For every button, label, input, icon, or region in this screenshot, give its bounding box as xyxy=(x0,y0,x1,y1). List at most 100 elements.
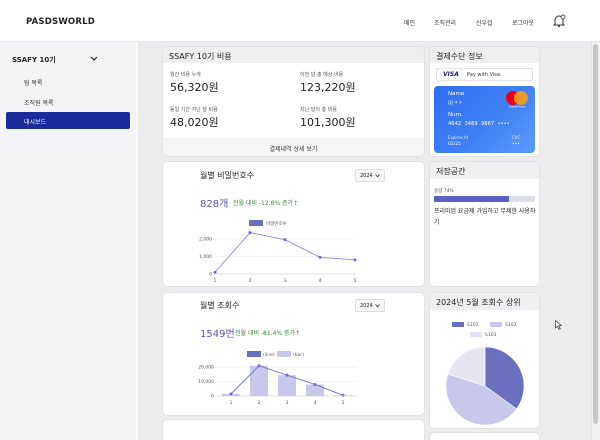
chart-title: 월별 조회수 xyxy=(200,301,240,310)
x-tick-label: 4 xyxy=(314,400,317,406)
nav-logout[interactable]: 로그아웃 xyxy=(512,18,534,27)
visa-pay-button[interactable]: VISA Pay with Visa xyxy=(436,68,533,81)
legend-swatch xyxy=(490,322,502,327)
legend-swatch xyxy=(247,351,261,357)
nav-org[interactable]: 조직관리 xyxy=(434,18,456,27)
data-point xyxy=(318,255,322,259)
x-tick-label: 2 xyxy=(258,400,261,406)
top-views-card: 2024년 5월 조회수 상위 S101 S102 S103 xyxy=(430,293,539,428)
nav-main[interactable]: 메인 xyxy=(404,18,415,27)
stat-label: 동일 기간 지난 달 비용 xyxy=(170,107,218,113)
cost-card-title: SSAFY 10기 비용 xyxy=(163,47,424,63)
card-num-label: Num. xyxy=(448,112,463,118)
data-point xyxy=(285,373,289,377)
chevron-down-icon[interactable] xyxy=(90,56,98,62)
legend-label: S103 xyxy=(485,332,497,338)
legend-label: (line) xyxy=(263,352,275,358)
bar xyxy=(306,384,324,396)
legend-label: 비밀번호수 xyxy=(266,220,287,227)
sidebar-item-members[interactable]: 조직원 목록 xyxy=(24,98,54,107)
card-exp-value: 02/25 xyxy=(448,142,461,147)
data-point xyxy=(229,392,233,396)
sidebar-group-title[interactable]: SSAFY 10기 xyxy=(12,55,56,65)
data-point xyxy=(283,238,287,242)
x-tick-label: 1 xyxy=(230,400,233,406)
legend-label: S102 xyxy=(505,322,517,328)
nav-user[interactable]: 신우섭 xyxy=(476,18,493,27)
storage-usage-label: 용량 74% xyxy=(434,189,454,194)
year-select[interactable]: 2024 xyxy=(355,299,385,312)
y-tick-label: 20,000 xyxy=(198,365,214,371)
x-tick-label: 3 xyxy=(284,278,287,282)
cost-card: SSAFY 10기 비용 월간 비용 누계 56,320원 이번 달 총 예상 … xyxy=(163,47,424,156)
storage-upgrade-text[interactable]: 프리미엄 요금제 가입하고 무제한 사용하기 xyxy=(434,206,536,228)
payment-card-title: 결제수단 정보 xyxy=(430,47,539,63)
storage-progress-fill xyxy=(434,196,509,202)
stat-label: 이번 달 총 예상 비용 xyxy=(300,72,344,78)
views-bar-chart: (line) (bar) 0 10,000 20,000 1 2 3 4 5 xyxy=(198,351,357,406)
next-side-card xyxy=(430,433,539,440)
data-point xyxy=(341,393,345,397)
legend-label: (bar) xyxy=(293,352,304,358)
y-tick-label: 2,000 xyxy=(199,236,212,242)
cursor-icon xyxy=(555,320,562,330)
card-cvc-value: ••• xyxy=(512,142,520,147)
card-number: 4642 3489 9867 •••• xyxy=(448,121,510,127)
password-line-chart: 비밀번호수 0 1,000 2,000 1 2 3 4 5 xyxy=(199,220,357,282)
storage-card: 저장공간 용량 74% 프리미엄 요금제 가입하고 무제한 사용하기 xyxy=(430,162,539,286)
stat-label: 월간 비용 누계 xyxy=(170,72,201,78)
password-chart-card: 월별 비밀번호수 2024 828개 전월 대비 -12.8% 증가↑ 비밀번호… xyxy=(163,162,424,286)
y-tick-label: 1,000 xyxy=(199,254,212,260)
x-tick-label: 5 xyxy=(342,400,345,406)
stat-value: 123,220원 xyxy=(300,81,356,94)
stat-value: 48,020원 xyxy=(170,116,219,129)
card-cvc-label: CVC xyxy=(512,135,521,140)
year-select[interactable]: 2024 xyxy=(355,169,385,182)
password-change: 전월 대비 -12.8% 증가↑ xyxy=(233,200,299,207)
views-chart-card: 월별 조회수 2024 1549번 전월 대비 -81.4% 증가↑ (line… xyxy=(163,293,424,415)
pie-chart xyxy=(445,346,525,426)
x-tick-label: 1 xyxy=(214,278,217,282)
chevron-down-icon xyxy=(375,304,380,308)
data-point xyxy=(248,231,252,235)
mastercard-logo: mastercard xyxy=(506,91,528,109)
data-point xyxy=(257,364,261,368)
x-tick-label: 5 xyxy=(354,278,357,282)
y-tick-label: 0 xyxy=(209,272,212,278)
bar xyxy=(250,365,268,396)
chevron-down-icon xyxy=(375,174,380,178)
legend-swatch xyxy=(249,220,263,226)
card-name-label: Name xyxy=(448,91,465,97)
stat-value: 56,320원 xyxy=(170,81,219,94)
top-bar: PASDSWORLD 메인 조직관리 신우섭 로그아웃 xyxy=(0,0,600,42)
data-point xyxy=(313,382,317,386)
stat-label: 지난 달의 총 비용 xyxy=(300,107,337,113)
brand-logo[interactable]: PASDSWORLD xyxy=(26,17,95,27)
sidebar-item-label: 대시보드 xyxy=(24,119,47,126)
password-count: 828개 xyxy=(200,199,229,210)
y-tick-label: 10,000 xyxy=(198,379,214,385)
sidebar-item-dashboard[interactable]: 대시보드 xyxy=(6,112,130,129)
year-select-value: 2024 xyxy=(360,173,373,179)
credit-card: Name 이 * * mastercard Num. 4642 3489 986… xyxy=(434,86,535,153)
legend-label: S101 xyxy=(467,322,479,328)
chart-title: 월별 비밀번호수 xyxy=(200,171,255,180)
sidebar-item-teams[interactable]: 팀 목록 xyxy=(24,78,42,87)
x-tick-label: 4 xyxy=(319,278,322,282)
top-views-card-title: 2024년 5월 조회수 상위 xyxy=(430,293,539,310)
pie-legend: S101 S102 S103 xyxy=(452,322,517,338)
stat-value: 101,300원 xyxy=(300,116,356,129)
views-change: 전월 대비 -81.4% 증가↑ xyxy=(235,330,301,337)
sidebar xyxy=(0,42,136,440)
payment-detail-button[interactable]: 결제내역 상세 보기 xyxy=(163,138,424,156)
data-point xyxy=(353,258,357,262)
storage-progress-bar xyxy=(434,196,535,202)
bell-icon[interactable] xyxy=(552,14,566,28)
year-select-value: 2024 xyxy=(360,303,373,309)
svg-text:mastercard: mastercard xyxy=(509,105,525,109)
data-point xyxy=(213,270,217,274)
x-tick-label: 3 xyxy=(286,400,289,406)
legend-swatch xyxy=(277,351,291,357)
storage-card-title: 저장공간 xyxy=(430,162,539,179)
scrollbar-thumb[interactable] xyxy=(593,44,598,424)
